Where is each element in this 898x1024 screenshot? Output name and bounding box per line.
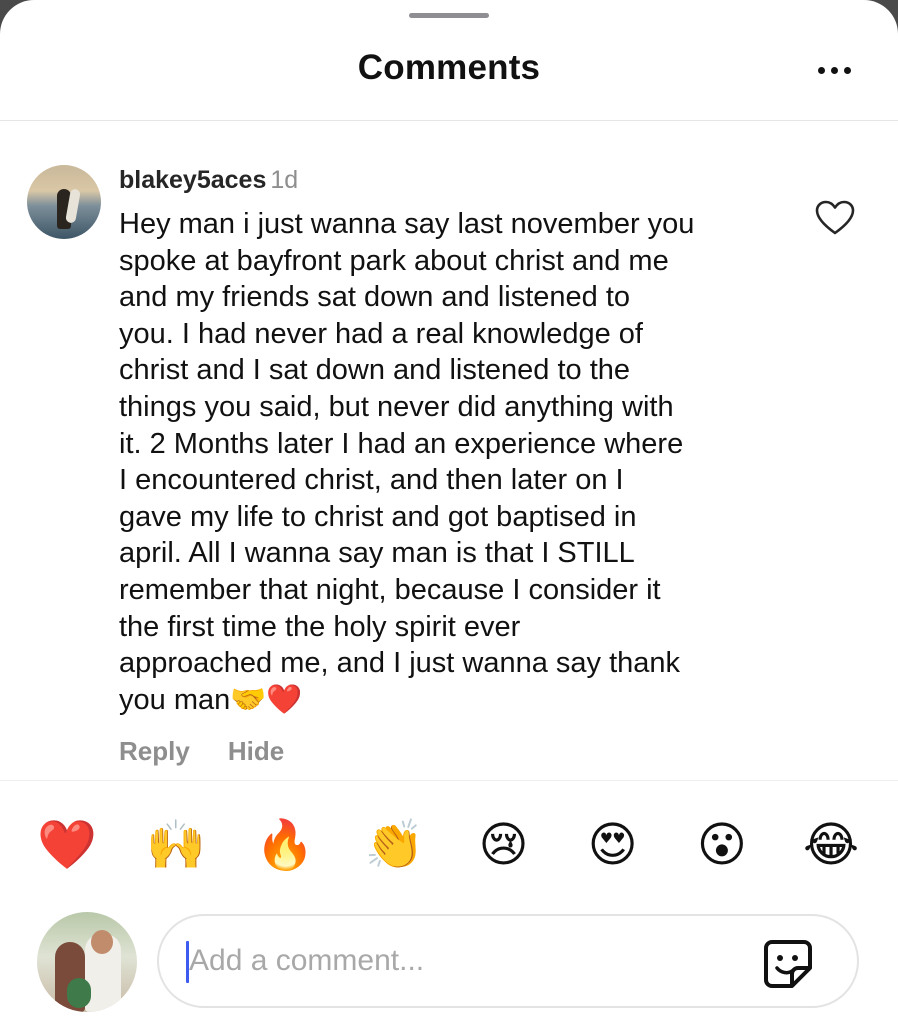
comment-field[interactable] [157, 914, 859, 1008]
fire-emoji-button[interactable]: 🔥 [254, 814, 316, 876]
current-user-avatar[interactable] [37, 912, 137, 1012]
comments-header: Comments [0, 0, 898, 121]
like-comment-button[interactable] [815, 200, 855, 236]
comment-text-line: christ and I sat down and listened to th… [119, 354, 631, 387]
comment-input[interactable] [189, 938, 749, 984]
comment-text-line: and my friends sat down and listened to [119, 281, 631, 314]
comment-text-line: spoke at bayfront park about christ and … [119, 244, 669, 277]
comment-text-line: it. 2 Months later I had an experience w… [119, 427, 684, 460]
comment-text-line: the first time the holy spirit ever [119, 610, 521, 643]
page-title: Comments [357, 48, 541, 87]
clapping-hands-emoji-button[interactable]: 👏 [363, 814, 425, 876]
divider [0, 780, 898, 781]
quick-reactions-bar: ❤️ 🙌 🔥 👏 😢 😍 😮 😂 [36, 814, 862, 876]
comment-actions: Reply Hide [119, 736, 284, 767]
commenter-avatar[interactable] [27, 165, 101, 239]
more-dot [830, 66, 838, 74]
more-options-button[interactable] [810, 58, 858, 82]
sticker-button[interactable] [762, 938, 814, 990]
heart-eyes-emoji-button[interactable]: 😍 [582, 814, 644, 876]
comments-sheet: Comments blakey5aces 1d Hey man i just wa… [0, 0, 898, 1024]
comment-timestamp: 1d [270, 166, 299, 194]
comment-text-line: things you said, but never did anything … [119, 390, 674, 423]
red-heart-emoji-button[interactable]: ❤️ [36, 814, 98, 876]
heart-outline-icon [815, 200, 855, 235]
hide-button[interactable]: Hide [228, 736, 284, 767]
comment-text-line: remember that night, because I consider … [119, 573, 661, 606]
avatar-child-shape [67, 978, 91, 1008]
surprised-face-emoji-button[interactable]: 😮 [691, 814, 753, 876]
comment-text-line: april. All I wanna say man is that I STI… [119, 537, 635, 570]
comment-text-line: gave my life to christ and got baptised … [119, 500, 637, 533]
comment-meta: blakey5aces 1d [119, 166, 298, 195]
avatar-head-shape [91, 930, 113, 954]
comment-text-line: I encountered christ, and then later on … [119, 464, 624, 497]
laughing-tears-emoji-button[interactable]: 😂 [800, 814, 862, 876]
comment-text-line: approached me, and I just wanna say than… [119, 647, 681, 680]
comment-text-line: you man🤝❤️ [119, 683, 303, 716]
reply-button[interactable]: Reply [119, 736, 190, 767]
raising-hands-emoji-button[interactable]: 🙌 [145, 814, 207, 876]
comment-username[interactable]: blakey5aces [119, 166, 266, 194]
crying-face-emoji-button[interactable]: 😢 [473, 814, 535, 876]
comment-text-line: Hey man i just wanna say last november y… [119, 208, 695, 240]
more-dot [843, 66, 851, 74]
more-horizontal-icon [817, 66, 825, 74]
comment-text-line: you. I had never had a real knowledge of [119, 317, 643, 350]
comment-text: Hey man i just wanna say last november y… [119, 206, 789, 718]
sticker-icon [764, 940, 812, 988]
